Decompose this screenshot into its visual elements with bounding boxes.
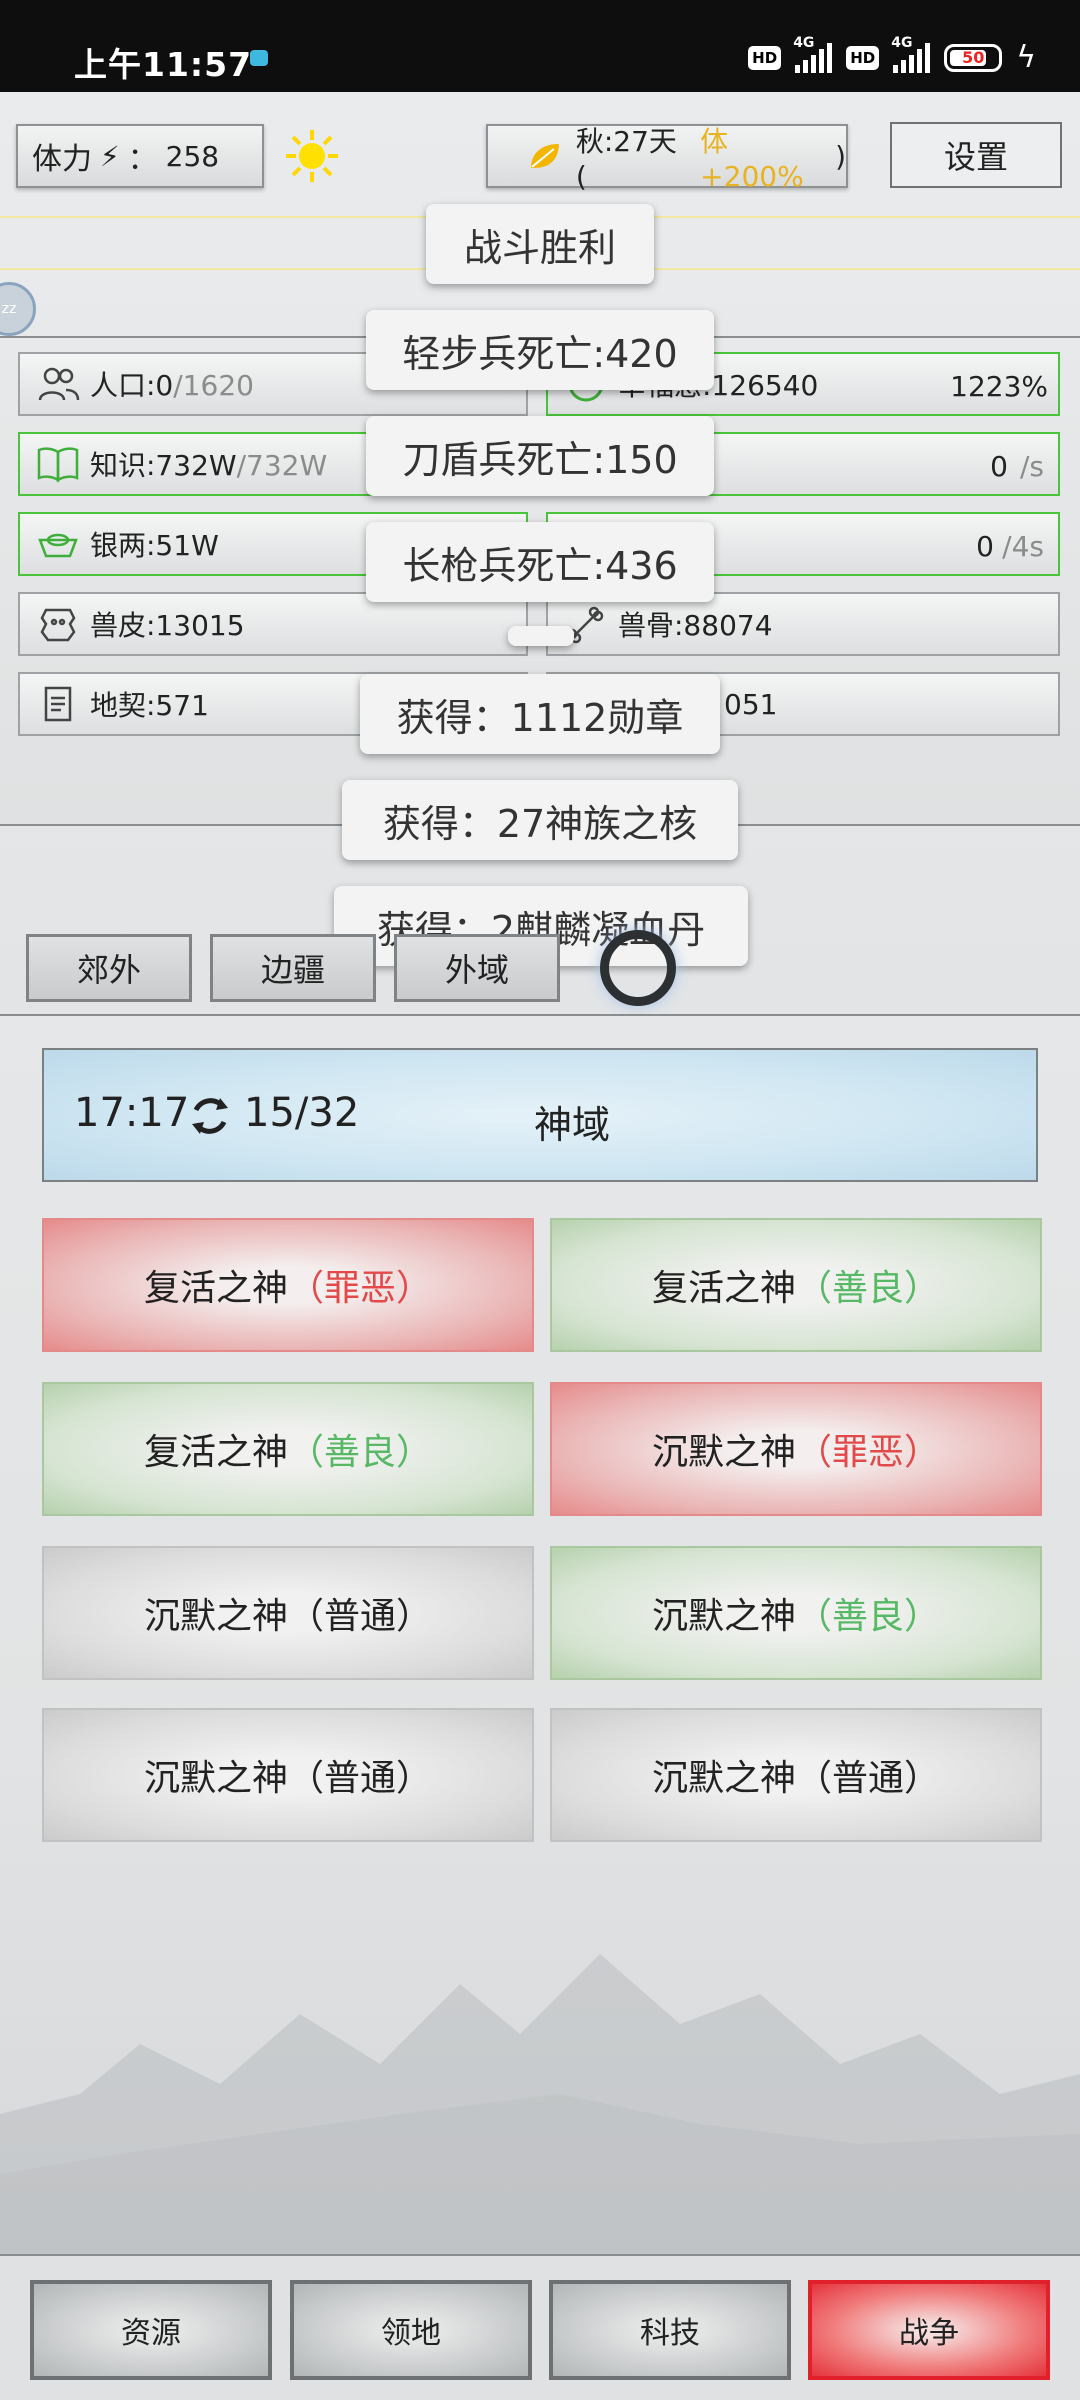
god-card-8[interactable]: 沉默之神 （普通） bbox=[550, 1708, 1042, 1842]
resource-value-9: 051 bbox=[724, 687, 778, 721]
god-name: 沉默之神 bbox=[651, 1758, 796, 1799]
refresh-icon[interactable] bbox=[184, 1090, 236, 1142]
knowledge-value: 知识:732W bbox=[90, 449, 237, 482]
battle-popup-medals: 获得：1112勋章 bbox=[360, 674, 720, 754]
god-card-3[interactable]: 复活之神 （善良） bbox=[42, 1382, 534, 1516]
battle-area: 17:17 15/32 神域 复活之神 （罪恶） 复活之神 （善良） 复活之神 （善良… bbox=[0, 1014, 1080, 2254]
ruins-background bbox=[0, 1954, 1080, 2254]
stamina-sep: ： bbox=[127, 142, 158, 177]
settings-button[interactable]: 设置 bbox=[890, 122, 1062, 188]
god-name: 沉默之神 bbox=[143, 1596, 288, 1637]
god-name: 沉默之神 bbox=[651, 1596, 796, 1637]
nav-war[interactable]: 战争 bbox=[808, 2280, 1050, 2380]
battle-result-title: 战斗胜利 bbox=[426, 204, 654, 284]
tab-outskirts[interactable]: 郊外 bbox=[26, 934, 192, 1002]
god-name: 复活之神 bbox=[143, 1268, 288, 1309]
god-name: 复活之神 bbox=[651, 1268, 796, 1309]
god-alignment: （普通） bbox=[288, 1758, 433, 1799]
hd-badge-2: HD bbox=[846, 45, 880, 70]
deed-value: 地契:571 bbox=[90, 689, 209, 722]
realm-name: 神域 bbox=[534, 1103, 611, 1147]
status-time: 上午11:57 bbox=[74, 45, 253, 84]
tab-frontier[interactable]: 边疆 bbox=[210, 934, 376, 1002]
people-icon bbox=[38, 367, 80, 401]
hd-badge: HD bbox=[748, 45, 782, 70]
realm-header: 17:17 15/32 神域 bbox=[42, 1048, 1038, 1182]
population-value: 人口:0 bbox=[90, 369, 174, 402]
god-name: 复活之神 bbox=[143, 1432, 288, 1473]
stamina-value: 258 bbox=[165, 139, 220, 173]
silver-ingot-icon bbox=[38, 533, 78, 558]
god-card-1[interactable]: 复活之神 （罪恶） bbox=[42, 1218, 534, 1352]
god-alignment: （普通） bbox=[796, 1758, 941, 1799]
god-alignment: （罪恶） bbox=[288, 1268, 433, 1309]
season-bonus: 体+200% bbox=[700, 124, 804, 193]
god-name: 沉默之神 bbox=[651, 1432, 796, 1473]
battle-popup-shield-deaths: 刀盾兵死亡:150 bbox=[366, 416, 714, 496]
resource-rate-unit-2: /s bbox=[1019, 450, 1044, 483]
game-screen: 体力 ⚡ ： 258 秋:27天 ( 体+200%) 设置 zz 人口:0/162… bbox=[0, 92, 1080, 2400]
stamina-display: 体力 ⚡ ： 258 bbox=[16, 124, 264, 188]
god-alignment: （善良） bbox=[796, 1268, 941, 1309]
bottom-nav: 资源 领地 科技 战争 bbox=[0, 2254, 1080, 2400]
stamina-label: 体力 bbox=[32, 142, 92, 177]
tab-outer-realm[interactable]: 外域 bbox=[394, 934, 560, 1002]
battery-level: 50 bbox=[962, 47, 985, 67]
battle-popup-spear-deaths: 长枪兵死亡:436 bbox=[366, 522, 714, 602]
leaf-icon bbox=[530, 144, 559, 168]
lightning-icon: ⚡ bbox=[100, 139, 120, 173]
notification-icon bbox=[250, 50, 268, 66]
portal-ring-icon[interactable] bbox=[600, 930, 676, 1006]
hide-value: 兽皮:13015 bbox=[90, 609, 245, 642]
god-alignment: （普通） bbox=[288, 1596, 433, 1637]
god-card-2[interactable]: 复活之神 （善良） bbox=[550, 1218, 1042, 1352]
nav-territory[interactable]: 领地 bbox=[290, 2280, 532, 2380]
battle-popup-divine-core: 获得：27神族之核 bbox=[342, 780, 738, 860]
signal-icon: 4G bbox=[793, 35, 833, 73]
season-display: 秋:27天 ( 体+200%) bbox=[486, 124, 848, 193]
god-card-7[interactable]: 沉默之神 （普通） bbox=[42, 1708, 534, 1842]
network-type-2: 4G bbox=[891, 34, 913, 51]
god-alignment: （善良） bbox=[288, 1432, 433, 1473]
happiness-percent: 1223% bbox=[950, 370, 1048, 403]
nav-technology[interactable]: 科技 bbox=[549, 2280, 791, 2380]
resource-rate-2: 0 bbox=[990, 450, 1008, 483]
deed-document-icon bbox=[44, 686, 72, 722]
silver-value: 银两:51W bbox=[90, 529, 219, 562]
animal-hide-icon bbox=[40, 608, 76, 642]
charging-icon: ϟ bbox=[1016, 40, 1036, 75]
sun-icon bbox=[286, 130, 338, 182]
nav-resources[interactable]: 资源 bbox=[30, 2280, 272, 2380]
god-name: 沉默之神 bbox=[143, 1758, 288, 1799]
status-bar: 上午11:57 HD 4G HD 4G 50 ϟ bbox=[0, 0, 1080, 92]
battle-popup-fragment bbox=[508, 626, 574, 646]
bone-value: 兽骨:88074 bbox=[618, 609, 773, 642]
signal-icon-2: 4G bbox=[891, 35, 931, 73]
season-text: 秋:27天 ( bbox=[575, 124, 677, 193]
knowledge-max: /732W bbox=[236, 449, 328, 482]
resource-rate-4: 0 bbox=[976, 530, 994, 563]
network-type: 4G bbox=[793, 34, 815, 51]
battery-icon: 50 bbox=[944, 43, 1003, 72]
god-alignment: （罪恶） bbox=[796, 1432, 941, 1473]
book-icon bbox=[37, 447, 79, 483]
god-card-5[interactable]: 沉默之神 （普通） bbox=[42, 1546, 534, 1680]
realm-timer: 17:17 bbox=[74, 1090, 190, 1136]
status-icons: HD 4G HD 4G 50 ϟ bbox=[748, 35, 1036, 75]
side-expand-icon[interactable]: zz bbox=[0, 282, 36, 336]
population-max: /1620 bbox=[173, 369, 254, 402]
god-card-6[interactable]: 沉默之神 （善良） bbox=[550, 1546, 1042, 1680]
god-alignment: （善良） bbox=[796, 1596, 941, 1637]
season-close: ) bbox=[835, 139, 847, 173]
god-card-4[interactable]: 沉默之神 （罪恶） bbox=[550, 1382, 1042, 1516]
resource-rate-unit-4: /4s bbox=[1002, 530, 1044, 563]
realm-progress: 15/32 bbox=[244, 1090, 360, 1136]
battle-popup-infantry-deaths: 轻步兵死亡:420 bbox=[366, 310, 714, 390]
